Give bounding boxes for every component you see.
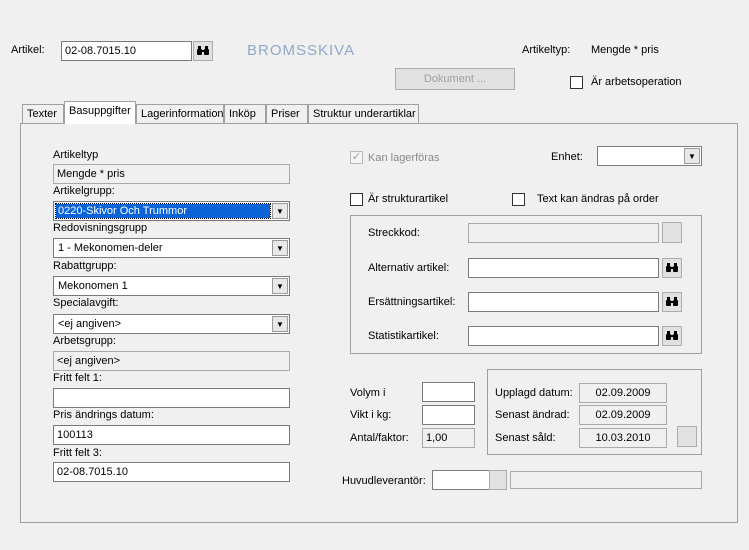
statistik-input[interactable] bbox=[468, 326, 659, 346]
artikel-label: Artikel: bbox=[11, 44, 45, 56]
streckkod-field bbox=[468, 223, 659, 243]
artikelgrupp-select[interactable]: 0220-Skivor Och Trummor ▼ bbox=[53, 201, 290, 221]
tab-lagerinformation[interactable]: Lagerinformation bbox=[136, 104, 224, 123]
senast-andrad-label: Senast ändrad: bbox=[495, 409, 570, 421]
strukturartikel-checkbox[interactable] bbox=[350, 193, 363, 206]
senast-sald-field: 10.03.2010 bbox=[579, 428, 667, 448]
artikeltyp-label: Artikeltyp bbox=[53, 149, 99, 161]
alternativ-label: Alternativ artikel: bbox=[368, 262, 450, 274]
enhet-select[interactable]: ▼ bbox=[597, 146, 702, 166]
huvudleverantor-label: Huvudleverantör: bbox=[342, 475, 426, 487]
redovisningsgrupp-value: 1 - Mekonomen-deler bbox=[58, 242, 163, 254]
fritt-felt3-label: Fritt felt 3: bbox=[53, 447, 102, 459]
arbetsoperation-checkbox[interactable] bbox=[570, 76, 583, 89]
chevron-down-icon: ▼ bbox=[272, 316, 288, 332]
antal-field: 1,00 bbox=[422, 428, 475, 448]
tab-lagerinformation-label: Lagerinformation bbox=[141, 108, 224, 120]
senast-sald-label: Senast såld: bbox=[495, 432, 556, 444]
redovisningsgrupp-select[interactable]: 1 - Mekonomen-deler ▼ bbox=[53, 238, 290, 258]
rabattgrupp-value: Mekonomen 1 bbox=[58, 280, 128, 292]
pris-andrings-label: Pris ändrings datum: bbox=[53, 409, 154, 421]
binoculars-icon bbox=[666, 263, 678, 272]
tab-texter[interactable]: Texter bbox=[22, 104, 64, 123]
artikel-input[interactable]: 02-08.7015.10 bbox=[61, 41, 192, 61]
ersattning-search-button[interactable] bbox=[662, 292, 682, 312]
arbetsgrupp-label: Arbetsgrupp: bbox=[53, 335, 116, 347]
fritt-felt1-label: Fritt felt 1: bbox=[53, 372, 102, 384]
statistik-label: Statistikartikel: bbox=[368, 330, 439, 342]
specialavgift-label: Specialavgift: bbox=[53, 297, 119, 309]
tab-inkop[interactable]: Inköp bbox=[224, 104, 266, 123]
vikt-label: Vikt i kg: bbox=[350, 409, 392, 421]
chevron-down-icon: ▼ bbox=[272, 278, 288, 294]
alternativ-search-button[interactable] bbox=[662, 258, 682, 278]
huvudleverantor-lookup-button[interactable] bbox=[489, 470, 507, 490]
kan-lagerforas-checkbox[interactable]: ✓ bbox=[350, 151, 363, 164]
artikel-search-button[interactable] bbox=[193, 41, 213, 61]
enhet-value bbox=[600, 149, 682, 163]
text-kan-andras-checkbox[interactable] bbox=[512, 193, 525, 206]
tab-priser[interactable]: Priser bbox=[266, 104, 308, 123]
enhet-label: Enhet: bbox=[551, 151, 583, 163]
volym-label: Volym i bbox=[350, 387, 386, 399]
fritt-felt3-input[interactable]: 02-08.7015.10 bbox=[53, 462, 290, 482]
huvudleverantor-name-field bbox=[510, 471, 702, 489]
tab-struktur-underartiklar[interactable]: Struktur underartiklar bbox=[308, 104, 419, 123]
tab-priser-label: Priser bbox=[271, 108, 300, 120]
product-title: BROMSSKIVA bbox=[247, 42, 356, 59]
volym-input[interactable] bbox=[422, 382, 475, 402]
pris-andrings-input[interactable]: 100113 bbox=[53, 425, 290, 445]
specialavgift-value: <ej angiven> bbox=[58, 318, 121, 330]
upplagd-label: Upplagd datum: bbox=[495, 387, 573, 399]
statistik-search-button[interactable] bbox=[662, 326, 682, 346]
senast-andrad-field: 02.09.2009 bbox=[579, 405, 667, 425]
huvudleverantor-input[interactable] bbox=[432, 470, 490, 490]
chevron-down-icon: ▼ bbox=[272, 203, 288, 219]
alternativ-input[interactable] bbox=[468, 258, 659, 278]
fritt-felt1-input[interactable] bbox=[53, 388, 290, 408]
artikeltyp-header-label: Artikeltyp: bbox=[522, 44, 571, 56]
artikelgrupp-label: Artikelgrupp: bbox=[53, 185, 115, 197]
streckkod-button[interactable] bbox=[662, 222, 682, 243]
vikt-input[interactable] bbox=[422, 405, 475, 425]
antal-label: Antal/faktor: bbox=[350, 432, 409, 444]
senast-sald-button[interactable] bbox=[677, 426, 697, 447]
kan-lagerforas-label: Kan lagerföras bbox=[368, 152, 440, 164]
streckkod-label: Streckkod: bbox=[368, 227, 420, 239]
tab-inkop-label: Inköp bbox=[229, 108, 256, 120]
tab-basuppgifter[interactable]: Basuppgifter bbox=[64, 101, 136, 124]
artikeltyp-header-value: Mengde * pris bbox=[591, 44, 659, 56]
tab-basuppgifter-label: Basuppgifter bbox=[69, 105, 131, 117]
arbetsoperation-label: Är arbetsoperation bbox=[591, 76, 682, 88]
rabattgrupp-label: Rabattgrupp: bbox=[53, 260, 117, 272]
binoculars-icon bbox=[666, 331, 678, 340]
checkmark-icon: ✓ bbox=[351, 151, 362, 163]
artikeltyp-field: Mengde * pris bbox=[53, 164, 290, 184]
text-kan-andras-label: Text kan ändras på order bbox=[537, 193, 659, 205]
chevron-down-icon: ▼ bbox=[684, 148, 700, 164]
specialavgift-select[interactable]: <ej angiven> ▼ bbox=[53, 314, 290, 334]
artikelgrupp-value: 0220-Skivor Och Trummor bbox=[55, 203, 271, 219]
chevron-down-icon: ▼ bbox=[272, 240, 288, 256]
tab-struktur-underartiklar-label: Struktur underartiklar bbox=[313, 108, 416, 120]
arbetsgrupp-field: <ej angiven> bbox=[53, 351, 290, 371]
rabattgrupp-select[interactable]: Mekonomen 1 ▼ bbox=[53, 276, 290, 296]
tab-texter-label: Texter bbox=[27, 108, 57, 120]
redovisningsgrupp-label: Redovisningsgrupp bbox=[53, 222, 148, 234]
binoculars-icon bbox=[666, 297, 678, 306]
strukturartikel-label: Är strukturartikel bbox=[368, 193, 449, 205]
dokument-button[interactable]: Dokument ... bbox=[395, 68, 515, 90]
ersattning-label: Ersättningsartikel: bbox=[368, 296, 456, 308]
binoculars-icon bbox=[197, 46, 209, 55]
ersattning-input[interactable] bbox=[468, 292, 659, 312]
upplagd-field: 02.09.2009 bbox=[579, 383, 667, 403]
